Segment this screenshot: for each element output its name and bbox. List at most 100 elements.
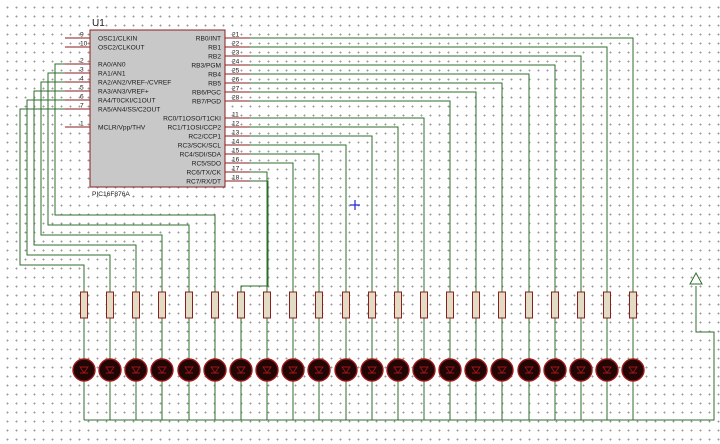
resistor[interactable] (525, 291, 533, 319)
right-pin-label: RB1 (208, 44, 221, 51)
wire (19, 108, 85, 292)
left-pin-number: 5 (80, 85, 84, 92)
right-pin-number: 24 (232, 59, 240, 66)
resistor[interactable] (289, 291, 297, 319)
led[interactable] (595, 358, 619, 382)
left-pin-number: 6 (80, 94, 84, 101)
led[interactable] (464, 358, 488, 382)
resistor[interactable] (420, 291, 428, 319)
led[interactable] (386, 358, 410, 382)
right-pin-label: RC2/CCP1 (188, 133, 221, 140)
right-pin-label: RC7/RX/DT (186, 178, 221, 185)
resistor[interactable] (551, 291, 559, 319)
right-pin-number: 12 (232, 121, 240, 128)
led[interactable] (124, 358, 148, 382)
led[interactable] (517, 358, 541, 382)
left-pin-number: 3 (80, 67, 84, 74)
right-pin-label: RB2 (208, 53, 221, 60)
wire (250, 64, 556, 292)
schematic: U1 PIC16F876A 9 OSC1/CLKIN 10 OSC2/CLKOUT 2 R… (19, 18, 715, 421)
left-pin-label: RA1/AN1 (98, 70, 126, 77)
led[interactable] (360, 358, 384, 382)
resistor[interactable] (263, 291, 271, 319)
wire (250, 162, 294, 292)
led[interactable] (569, 358, 593, 382)
resistor-array (80, 291, 637, 319)
right-pin-label: RC6/TX/CK (187, 169, 222, 176)
right-pin-label: RB0/INT (196, 35, 221, 42)
schematic-canvas[interactable]: U1 PIC16F876A 9 OSC1/CLKIN 10 OSC2/CLKOUT 2 R… (0, 0, 720, 444)
left-pin-label: RA2/AN2/VREF-/CVREF (98, 79, 171, 86)
resistor[interactable] (577, 291, 585, 319)
led[interactable] (307, 358, 331, 382)
wire (250, 37, 634, 292)
right-pin-number: 14 (232, 139, 240, 146)
resistor[interactable] (603, 291, 611, 319)
left-pin-number: 1 (80, 121, 84, 128)
left-pin-label: OSC1/CLKIN (98, 35, 137, 42)
resistor[interactable] (158, 291, 166, 319)
left-pin-number: 2 (80, 58, 84, 65)
left-pin-label: RA4/T0CKI/C1OUT (98, 97, 156, 104)
resistor[interactable] (237, 291, 245, 319)
left-pin-label: OSC2/CLKOUT (98, 44, 145, 51)
right-pin-number: 17 (232, 166, 240, 173)
resistor[interactable] (80, 291, 88, 319)
led[interactable] (334, 358, 358, 382)
resistor[interactable] (498, 291, 506, 319)
resistor[interactable] (185, 291, 193, 319)
chip-part-label: PIC16F876A (92, 191, 130, 198)
led[interactable] (490, 358, 514, 382)
resistor[interactable] (446, 291, 454, 319)
wire (250, 82, 503, 292)
left-pin-number: 7 (80, 103, 84, 110)
wire (250, 100, 451, 292)
led[interactable] (281, 358, 305, 382)
resistor[interactable] (211, 291, 219, 319)
right-pin-label: RB7/PGD (192, 98, 221, 105)
led[interactable] (438, 358, 462, 382)
led[interactable] (229, 358, 253, 382)
right-pin-label: RB6/PGC (192, 89, 221, 96)
right-pin-label: RC5/SDO (192, 160, 221, 167)
resistor[interactable] (132, 291, 140, 319)
led[interactable] (98, 358, 122, 382)
wire (250, 153, 320, 292)
right-pin-number: 27 (232, 86, 240, 93)
resistor[interactable] (315, 291, 323, 319)
led-array (72, 358, 645, 382)
right-pin-number: 22 (232, 41, 240, 48)
led[interactable] (150, 358, 174, 382)
resistor[interactable] (472, 291, 480, 319)
right-pin-label: RB4 (208, 71, 221, 78)
right-pin-number: 25 (232, 68, 240, 75)
left-pin-label: RA0/AN0 (98, 61, 126, 68)
left-pin-label: RA5/AN4/SS/C2OUT (98, 106, 160, 113)
left-pin-number: 4 (80, 76, 84, 83)
led[interactable] (621, 358, 645, 382)
ground-symbol[interactable] (689, 271, 703, 285)
right-pin-number: 15 (232, 148, 240, 155)
led[interactable] (412, 358, 436, 382)
led[interactable] (177, 358, 201, 382)
resistor[interactable] (342, 291, 350, 319)
resistor[interactable] (106, 291, 114, 319)
wire (250, 144, 347, 292)
right-pin-number: 11 (232, 112, 239, 119)
wire (250, 171, 268, 292)
resistor[interactable] (629, 291, 637, 319)
resistor[interactable] (368, 291, 376, 319)
right-pin-label: RB3/PGM (191, 62, 221, 69)
led[interactable] (543, 358, 567, 382)
right-pin-number: 16 (232, 157, 240, 164)
right-pin-number: 23 (232, 50, 240, 57)
resistor[interactable] (394, 291, 402, 319)
wire (250, 91, 477, 292)
led[interactable] (203, 358, 227, 382)
microcontroller-u1[interactable]: U1 PIC16F876A 9 OSC1/CLKIN 10 OSC2/CLKOUT 2 R… (65, 18, 250, 198)
led[interactable] (255, 358, 279, 382)
wire (240, 180, 269, 292)
led[interactable] (72, 358, 96, 382)
wire (250, 55, 582, 292)
chip-ref-label: U1 (92, 18, 105, 29)
